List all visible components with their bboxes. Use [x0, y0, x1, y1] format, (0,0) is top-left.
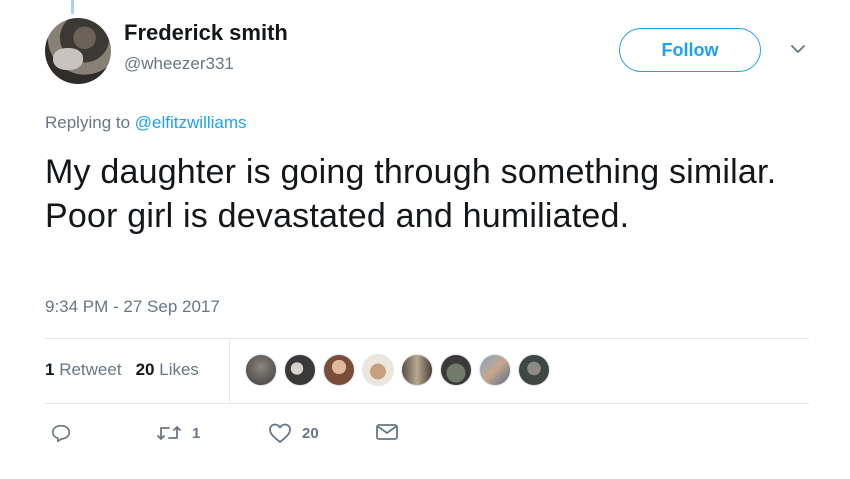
retweet-action[interactable]: 1 [156, 422, 200, 444]
reply-action[interactable] [50, 422, 72, 444]
liker-avatar[interactable] [284, 354, 316, 386]
divider-top [45, 338, 809, 339]
liker-avatar[interactable] [479, 354, 511, 386]
reply-mention-link[interactable]: @elfitzwilliams [135, 113, 247, 132]
author-handle[interactable]: @wheezer331 [124, 54, 234, 74]
retweets-stat[interactable]: 1 Retweet [45, 360, 122, 380]
replying-to-label: Replying to [45, 113, 131, 132]
liker-avatar[interactable] [362, 354, 394, 386]
retweet-count: 1 [192, 424, 201, 442]
divider-bottom [45, 403, 809, 404]
like-count: 20 [302, 424, 319, 442]
liker-avatar[interactable] [323, 354, 355, 386]
heart-icon [268, 422, 292, 444]
like-action[interactable]: 20 [268, 422, 319, 444]
likes-stat[interactable]: 20 Likes [136, 360, 199, 380]
thread-connector [71, 0, 74, 14]
follow-button[interactable]: Follow [619, 28, 761, 72]
likes-label: Likes [159, 360, 199, 379]
reply-context: Replying to @elfitzwilliams [45, 113, 247, 133]
liker-avatar[interactable] [401, 354, 433, 386]
retweets-count: 1 [45, 360, 55, 379]
reply-icon [50, 422, 72, 444]
tweet-text: My daughter is going through something s… [45, 153, 777, 235]
author-name[interactable]: Frederick smith [124, 20, 288, 46]
liker-avatars [245, 354, 550, 386]
tweet-timestamp[interactable]: 9:34 PM - 27 Sep 2017 [45, 297, 220, 317]
engagement-stats: 1 Retweet 20 Likes [45, 360, 199, 380]
author-avatar[interactable] [45, 18, 111, 84]
liker-avatar[interactable] [440, 354, 472, 386]
likes-count: 20 [135, 360, 155, 379]
envelope-icon [375, 422, 399, 442]
caret-down-icon[interactable] [788, 42, 808, 56]
retweets-label: Retweet [59, 360, 122, 379]
direct-message-action[interactable] [375, 422, 399, 442]
retweet-icon [156, 422, 182, 444]
liker-avatar[interactable] [518, 354, 550, 386]
stats-separator [229, 340, 230, 402]
liker-avatar[interactable] [245, 354, 277, 386]
